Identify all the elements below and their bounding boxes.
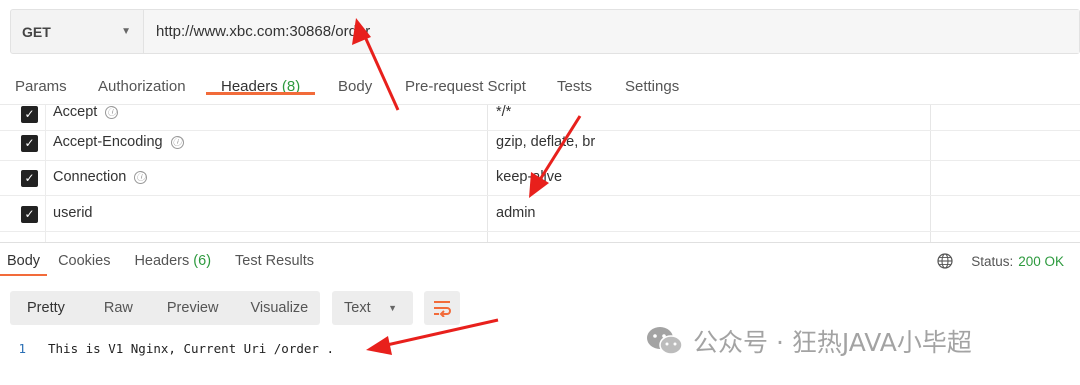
url-input[interactable]: http://www.xbc.com:30868/order bbox=[144, 10, 1079, 53]
info-icon: ⓘ bbox=[134, 171, 148, 184]
checkbox-checked-icon[interactable]: ✓ bbox=[21, 106, 38, 123]
info-icon: ⓘ bbox=[105, 106, 119, 119]
tab-label: Tests bbox=[557, 78, 593, 95]
view-preview-button[interactable]: Preview bbox=[167, 300, 219, 316]
tab-label: Cookies bbox=[58, 253, 111, 269]
tab-headers[interactable]: Headers (8) bbox=[205, 72, 316, 95]
tab-label: Test Results bbox=[235, 253, 315, 269]
method-label: GET bbox=[22, 23, 51, 40]
header-key[interactable]: Accept-Encoding ⓘ bbox=[53, 134, 184, 150]
tab-tests[interactable]: Tests bbox=[557, 72, 592, 95]
line-number: 1 bbox=[18, 340, 26, 356]
method-select[interactable]: GET ▼ bbox=[11, 10, 144, 53]
response-tabs: Body Cookies Headers (6) Test Results bbox=[0, 253, 338, 276]
table-row: ✓ Accept-Encoding ⓘ gzip, deflate, br bbox=[0, 126, 1080, 161]
response-tab-body[interactable]: Body bbox=[0, 253, 48, 276]
checkbox-checked-icon[interactable]: ✓ bbox=[21, 206, 38, 223]
tab-authorization[interactable]: Authorization bbox=[98, 72, 186, 95]
info-icon: ⓘ bbox=[170, 136, 184, 149]
view-pretty-button[interactable]: Pretty bbox=[27, 300, 65, 316]
tab-label: Body bbox=[338, 78, 373, 95]
table-row: ✓ userid admin bbox=[0, 197, 1080, 232]
header-key-text: Accept bbox=[53, 104, 98, 120]
annotation-arrow bbox=[366, 318, 499, 355]
wrap-lines-button[interactable] bbox=[424, 291, 460, 325]
header-key[interactable]: Connection ⓘ bbox=[53, 169, 148, 185]
header-value[interactable]: */* bbox=[496, 105, 511, 120]
wechat-icon bbox=[647, 327, 683, 355]
header-key-text: userid bbox=[53, 205, 93, 221]
response-status: Status: 200 OK bbox=[937, 253, 1064, 269]
wrap-lines-icon bbox=[434, 301, 451, 317]
watermark: 公众号 · 狂热JAVA小毕超 bbox=[645, 323, 972, 359]
tab-label: Authorization bbox=[98, 78, 186, 95]
tab-label: Headers bbox=[134, 253, 190, 269]
tab-label: Pre-request Script bbox=[405, 78, 526, 95]
request-url-bar: GET ▼ http://www.xbc.com:30868/order bbox=[10, 9, 1080, 54]
tab-label: Body bbox=[7, 253, 41, 269]
checkbox-checked-icon[interactable]: ✓ bbox=[21, 135, 38, 152]
tab-settings[interactable]: Settings bbox=[625, 72, 679, 95]
chevron-down-icon: ▼ bbox=[121, 26, 131, 37]
response-tab-cookies[interactable]: Cookies bbox=[58, 253, 110, 276]
response-tab-test-results[interactable]: Test Results bbox=[235, 253, 314, 276]
status-label: Status: bbox=[971, 253, 1014, 269]
header-value[interactable]: keep-alive bbox=[496, 169, 562, 185]
headers-table: ✓ Accept ⓘ */* ✓ Accept-Encoding ⓘ gzip, d… bbox=[0, 104, 1080, 242]
watermark-text: 公众号 · 狂热JAVA小毕超 bbox=[693, 328, 972, 357]
header-value[interactable]: gzip, deflate, br bbox=[496, 134, 595, 150]
view-raw-button[interactable]: Raw bbox=[104, 300, 133, 316]
tab-label: Params bbox=[15, 78, 67, 95]
view-visualize-button[interactable]: Visualize bbox=[250, 300, 308, 316]
header-key[interactable]: Accept ⓘ bbox=[53, 104, 119, 120]
checkbox-checked-icon[interactable]: ✓ bbox=[21, 170, 38, 187]
header-value[interactable]: admin bbox=[496, 205, 536, 221]
status-value: 200 OK bbox=[1018, 253, 1064, 269]
tab-label: Headers bbox=[221, 78, 278, 95]
response-body-line: 1 This is V1 Nginx, Current Uri /order . bbox=[0, 338, 334, 358]
tab-body[interactable]: Body bbox=[338, 72, 372, 95]
table-row: ✓ Connection ⓘ keep-alive bbox=[0, 161, 1080, 196]
globe-icon[interactable] bbox=[937, 253, 953, 269]
chevron-down-icon: ▼ bbox=[388, 303, 397, 313]
tab-count: (6) bbox=[193, 253, 212, 269]
view-mode-group: Pretty Raw Preview Visualize bbox=[10, 291, 320, 325]
url-text: http://www.xbc.com:30868/order bbox=[156, 23, 371, 40]
response-body-text[interactable]: This is V1 Nginx, Current Uri /order . bbox=[48, 341, 334, 356]
response-tab-headers[interactable]: Headers (6) bbox=[134, 253, 211, 276]
tab-params[interactable]: Params bbox=[15, 72, 67, 95]
header-key-text: Connection bbox=[53, 169, 127, 185]
tab-label: Settings bbox=[625, 78, 680, 95]
format-label: Text bbox=[344, 300, 371, 316]
format-select[interactable]: Text ▼ bbox=[332, 291, 413, 325]
header-key-text: Accept-Encoding bbox=[53, 134, 163, 150]
tab-pre-request-script[interactable]: Pre-request Script bbox=[405, 72, 526, 95]
header-key[interactable]: userid bbox=[53, 205, 93, 221]
tab-count: (8) bbox=[281, 78, 301, 95]
response-tabs-bar: Body Cookies Headers (6) Test Results St… bbox=[0, 242, 1080, 278]
